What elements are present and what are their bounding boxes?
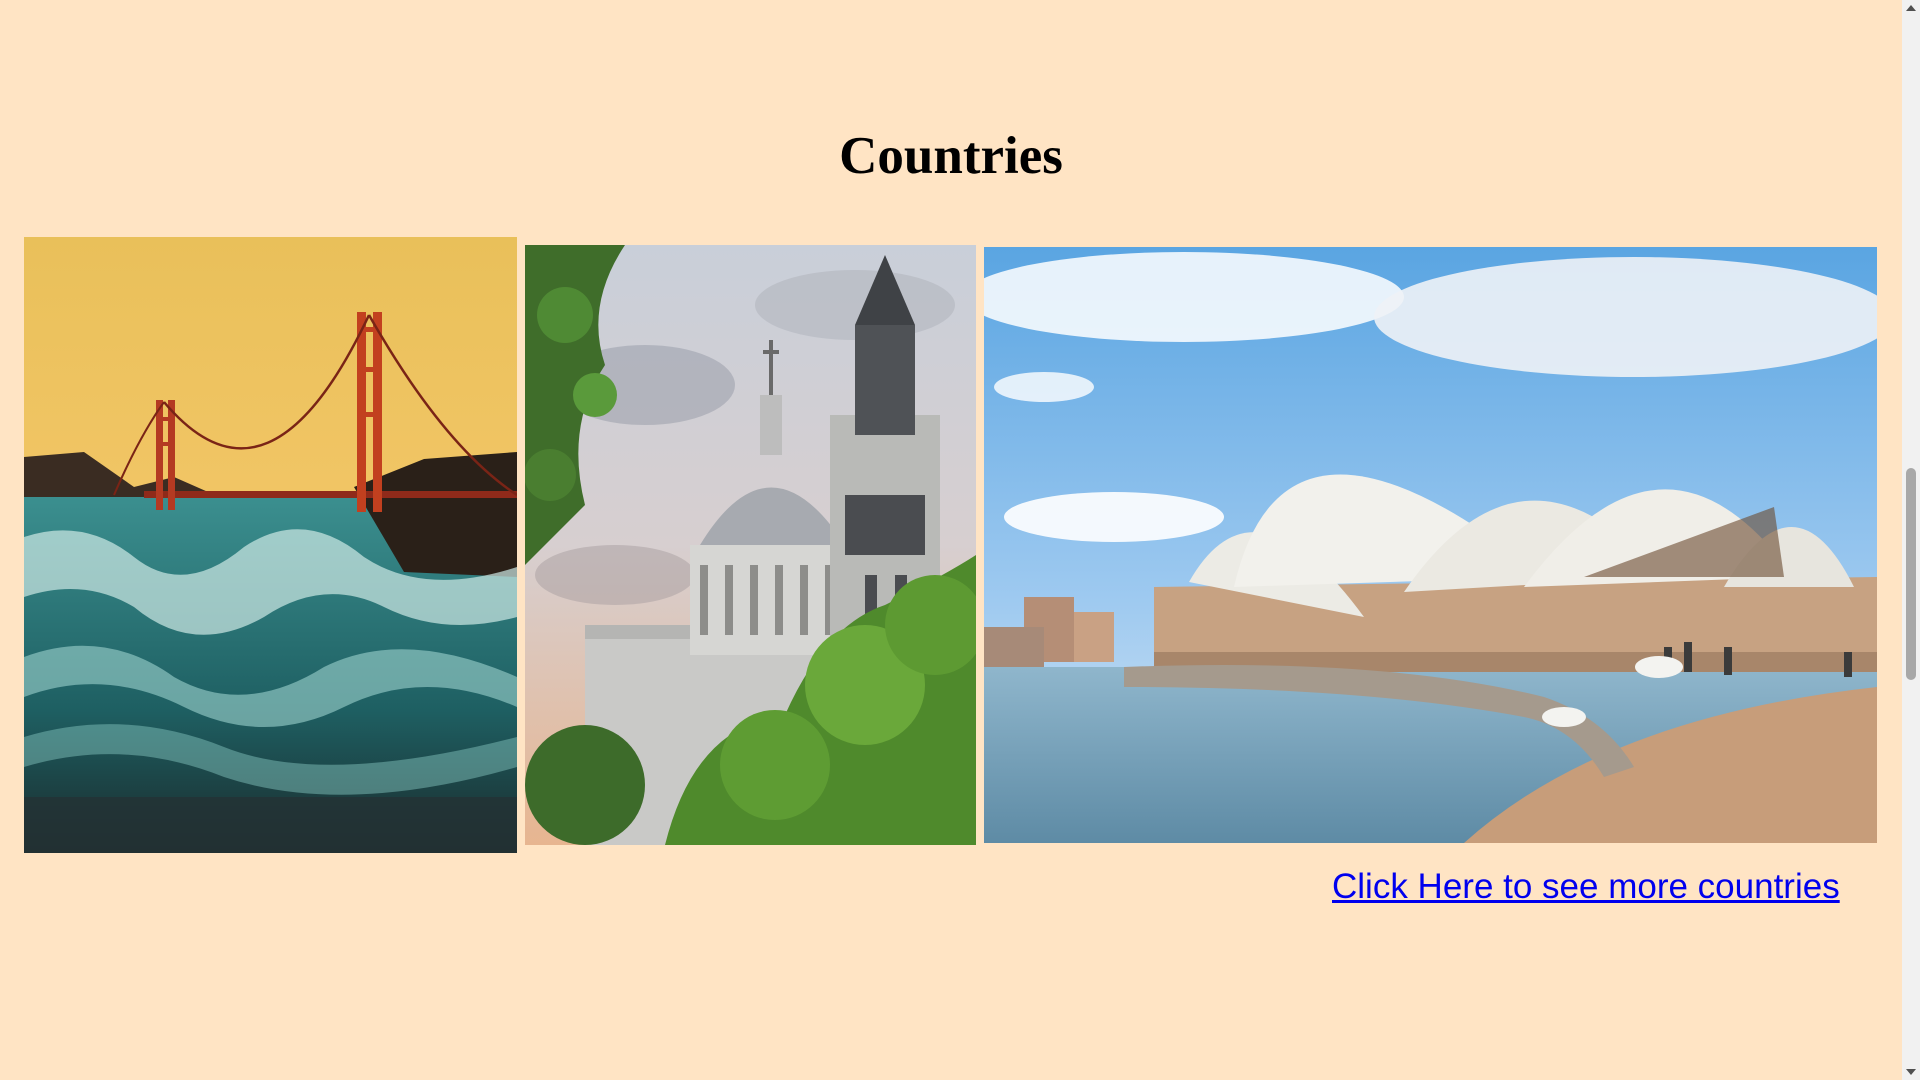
scroll-up-icon[interactable] [1902,0,1920,17]
vertical-scrollbar[interactable] [1902,0,1920,1080]
scroll-down-icon[interactable] [1902,1063,1920,1080]
golden-gate-bridge-image [24,237,517,853]
page-title: Countries [839,127,1063,185]
st-pauls-cathedral-image [525,245,976,845]
see-more-countries-link[interactable]: Click Here to see more countries [1332,866,1840,908]
sydney-opera-house-image [984,247,1877,843]
scroll-thumb[interactable] [1906,468,1916,680]
page: Countries Click Here to see more countri… [0,0,1902,1080]
